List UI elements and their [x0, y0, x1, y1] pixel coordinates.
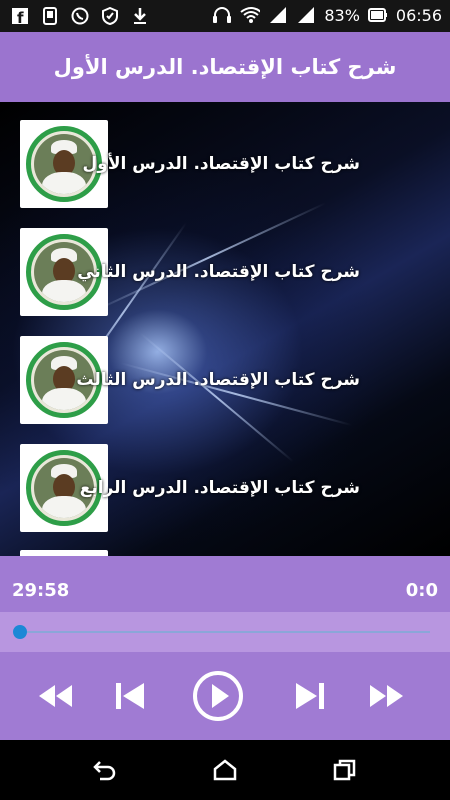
download-icon: [130, 6, 150, 26]
seek-thumb[interactable]: [13, 625, 27, 639]
audio-player: 29:58 0:0: [0, 556, 450, 740]
list-item[interactable]: شرح كتاب الإقتصاد. الدرس الأول: [20, 120, 430, 208]
fast-forward-button[interactable]: [364, 676, 410, 716]
fast-forward-icon: [370, 685, 403, 707]
lesson-title: شرح كتاب الإقتصاد. الدرس الرابع: [79, 478, 360, 498]
shield-icon: [100, 6, 120, 26]
list-item[interactable]: شرح كتاب الإقتصاد. الدرس الثالث: [20, 336, 430, 424]
list-item[interactable]: شرح كتاب الإقتصاد. الدرس الرابع: [20, 444, 430, 532]
status-system-icons: 83% 06:56: [212, 5, 442, 25]
wifi-icon: [240, 5, 261, 25]
svg-text:f: f: [17, 9, 24, 25]
previous-icon: [116, 683, 144, 709]
system-nav-bar: [0, 740, 450, 800]
battery-icon: [367, 5, 388, 25]
lesson-title: شرح كتاب الإقتصاد. الدرس الثاني: [77, 262, 360, 282]
previous-button[interactable]: [108, 676, 152, 716]
phone-screen-icon: [40, 6, 60, 26]
status-time: 06:56: [395, 5, 442, 25]
lesson-list[interactable]: شرح كتاب الإقتصاد. الدرس الأول شرح كتاب …: [0, 102, 450, 556]
rewind-button[interactable]: [32, 676, 78, 716]
headphones-icon: [212, 5, 232, 25]
status-bar: f 83% 06:56: [0, 0, 450, 32]
app-title: شرح كتاب الإقتصاد. الدرس الأول: [53, 55, 397, 79]
status-notification-icons: f: [10, 6, 150, 26]
lesson-title: شرح كتاب الإقتصاد. الدرس الأول: [82, 154, 360, 174]
play-icon: [193, 671, 243, 721]
home-button[interactable]: [210, 755, 240, 785]
signal-icon: [296, 5, 316, 25]
position-label: 0:0: [405, 580, 438, 601]
recent-apps-icon: [333, 759, 356, 781]
recent-apps-button[interactable]: [330, 755, 360, 785]
battery-percent: 83%: [324, 5, 360, 25]
duration-label: 29:58: [12, 580, 70, 601]
back-icon: [93, 761, 116, 781]
rewind-icon: [39, 685, 72, 707]
facebook-icon: f: [10, 6, 30, 26]
seek-bar[interactable]: [0, 612, 450, 652]
whatsapp-icon: [70, 6, 90, 26]
next-button[interactable]: [288, 676, 332, 716]
list-item[interactable]: شرح كتاب الإقتصاد. الدرس الثاني: [20, 228, 430, 316]
signal-icon: [268, 5, 288, 25]
seek-track: [20, 631, 430, 633]
app-title-bar: شرح كتاب الإقتصاد. الدرس الأول: [0, 32, 450, 102]
home-icon: [213, 759, 237, 781]
next-icon: [296, 683, 324, 709]
lesson-title: شرح كتاب الإقتصاد. الدرس الثالث: [76, 370, 360, 390]
back-button[interactable]: [90, 755, 120, 785]
play-button[interactable]: [190, 668, 246, 724]
